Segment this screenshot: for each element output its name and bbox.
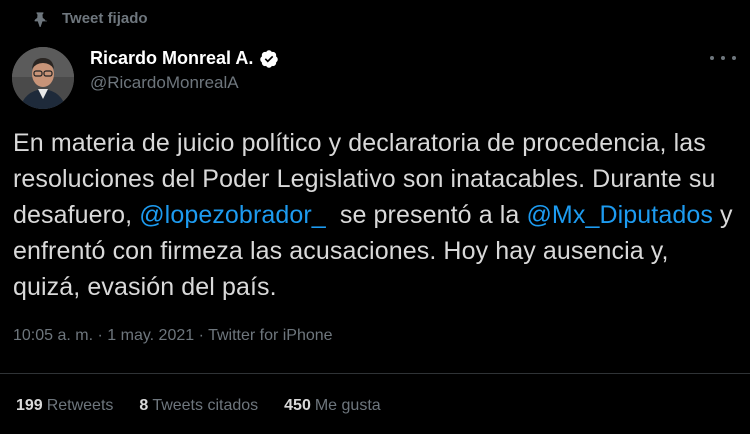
pinned-label: Tweet fijado (62, 10, 148, 27)
quotes-stat[interactable]: 8 Tweets citados (139, 397, 258, 415)
text-segment: se presentó a la (325, 201, 527, 229)
tweet-card: Tweet fijado Ricardo Monreal A. @Ricardo… (0, 0, 750, 434)
engagement-stats: 199 Retweets 8 Tweets citados 450 Me gusta (16, 397, 407, 415)
retweets-label: Retweets (46, 397, 114, 414)
retweets-stat[interactable]: 199 Retweets (16, 397, 113, 415)
tweet-metadata[interactable]: 10:05 a. m. · 1 may. 2021 · Twitter for … (13, 327, 333, 345)
mention-link[interactable]: @lopezobrador_ (139, 201, 326, 229)
avatar[interactable] (12, 47, 74, 109)
author-handle[interactable]: @RicardoMonrealA (90, 73, 279, 93)
likes-stat[interactable]: 450 Me gusta (284, 397, 381, 415)
pinned-indicator: Tweet fijado (32, 10, 148, 27)
pin-icon (32, 11, 48, 27)
quotes-count: 8 (139, 397, 149, 414)
likes-label: Me gusta (314, 397, 381, 414)
author-block: Ricardo Monreal A. @RicardoMonrealA (90, 48, 279, 93)
author-name[interactable]: Ricardo Monreal A. (90, 48, 253, 69)
retweets-count: 199 (16, 397, 43, 414)
quotes-label: Tweets citados (152, 397, 259, 414)
likes-count: 450 (284, 397, 311, 414)
more-options-icon[interactable] (710, 48, 736, 68)
tweet-text: En materia de juicio político y declarat… (13, 125, 738, 305)
mention-link[interactable]: @Mx_Diputados (526, 201, 712, 229)
verified-badge-icon (259, 49, 279, 69)
divider (0, 373, 750, 374)
